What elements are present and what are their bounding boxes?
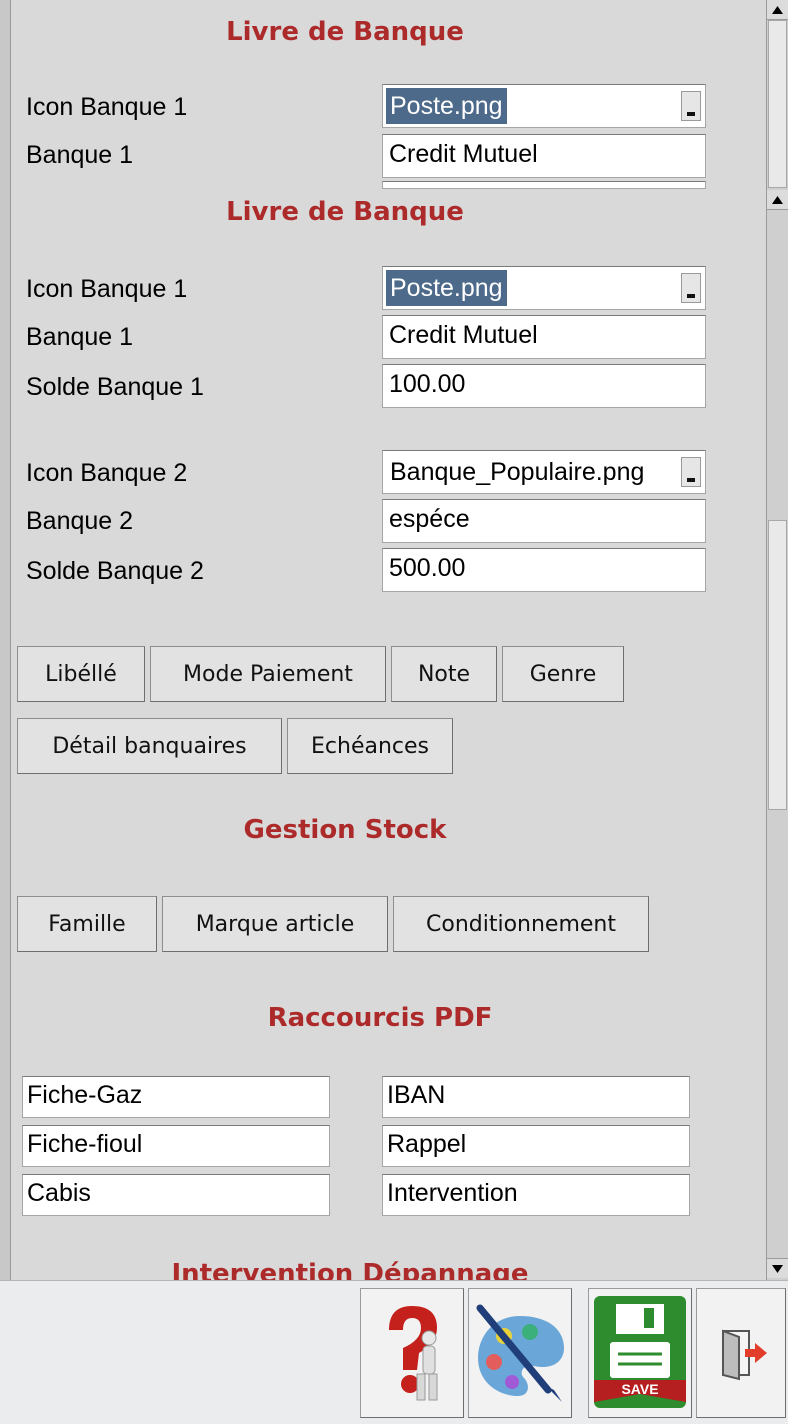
famille-button[interactable]: Famille — [17, 896, 157, 952]
exit-button[interactable] — [696, 1288, 786, 1418]
exit-icon — [722, 1329, 767, 1381]
mode-paiement-button[interactable]: Mode Paiement — [150, 646, 386, 702]
pdf-shortcut-intervention[interactable]: Intervention — [382, 1174, 690, 1216]
banque-2-input[interactable]: espéce — [382, 499, 706, 543]
settings-panel: Livre de Banque Icon Banque 1 Poste.png … — [0, 0, 766, 1280]
scrollbar-upper[interactable] — [766, 0, 788, 190]
banque-1-input[interactable]: Credit Mutuel — [382, 315, 706, 359]
save-button[interactable]: SAVE — [588, 1288, 692, 1418]
scrollbar-main[interactable] — [766, 190, 788, 1280]
section-title-raccourcis-pdf: Raccourcis PDF — [267, 1003, 493, 1033]
note-button[interactable]: Note — [391, 646, 497, 702]
solde-banque-1-input[interactable]: 100.00 — [382, 364, 706, 408]
pdf-shortcut-rappel[interactable]: Rappel — [382, 1125, 690, 1167]
overlay-icon-banque-1-select[interactable]: Poste.png — [382, 84, 706, 128]
save-label: SAVE — [621, 1381, 658, 1397]
echeances-button[interactable]: Echéances — [287, 718, 453, 774]
help-button[interactable] — [360, 1288, 464, 1418]
icon-banque-2-select[interactable]: Banque_Populaire.png — [382, 450, 706, 494]
detail-bancaires-button[interactable]: Détail banquaires — [17, 718, 282, 774]
overlay-icon-banque-1-value: Poste.png — [386, 88, 507, 124]
save-icon: SAVE — [594, 1296, 686, 1408]
scrollbar-thumb[interactable] — [768, 520, 787, 810]
pdf-shortcut-fiche-fioul[interactable]: Fiche-fioul — [22, 1125, 330, 1167]
icon-banque-1-value: Poste.png — [386, 270, 507, 306]
section-title-gestion-stock: Gestion Stock — [243, 815, 447, 845]
overlay-icon-banque-1-label: Icon Banque 1 — [26, 93, 188, 121]
dropdown-arrow-icon[interactable] — [681, 91, 701, 121]
genre-button[interactable]: Genre — [502, 646, 624, 702]
pdf-shortcut-cabis[interactable]: Cabis — [22, 1174, 330, 1216]
icon-banque-2-label: Icon Banque 2 — [26, 459, 188, 487]
icon-banque-2-value: Banque_Populaire.png — [390, 458, 645, 486]
overlay-solde-partial-input[interactable] — [382, 181, 706, 189]
dropdown-arrow-icon[interactable] — [681, 457, 701, 487]
scroll-up-icon[interactable] — [767, 190, 788, 210]
section-title-intervention-depannage: Intervention Dépannage — [171, 1259, 529, 1280]
help-icon — [389, 1306, 438, 1401]
icon-banque-1-select[interactable]: Poste.png — [382, 266, 706, 310]
palette-button[interactable] — [468, 1288, 572, 1418]
marque-article-button[interactable]: Marque article — [162, 896, 388, 952]
section-title-livre-banque-overlay: Livre de Banque — [226, 17, 464, 47]
banque-2-label: Banque 2 — [26, 507, 134, 535]
scroll-up-icon[interactable] — [767, 0, 788, 20]
solde-banque-2-input[interactable]: 500.00 — [382, 548, 706, 592]
scroll-down-icon[interactable] — [767, 1258, 788, 1278]
solde-banque-2-label: Solde Banque 2 — [26, 557, 204, 585]
scrollbar-thumb[interactable] — [768, 20, 787, 188]
overlay-banque-1-input[interactable]: Credit Mutuel — [382, 134, 706, 178]
dropdown-arrow-icon[interactable] — [681, 273, 701, 303]
icon-banque-1-label: Icon Banque 1 — [26, 275, 188, 303]
pdf-shortcut-fiche-gaz[interactable]: Fiche-Gaz — [22, 1076, 330, 1118]
solde-banque-1-label: Solde Banque 1 — [26, 373, 204, 401]
conditionnement-button[interactable]: Conditionnement — [393, 896, 649, 952]
banque-1-label: Banque 1 — [26, 323, 134, 351]
panel-left-edge — [0, 0, 11, 1280]
palette-icon — [476, 1304, 564, 1402]
section-title-livre-banque: Livre de Banque — [226, 197, 464, 227]
overlay-banque-1-label: Banque 1 — [26, 141, 134, 169]
libelle-button[interactable]: Libéllé — [17, 646, 145, 702]
pdf-shortcut-iban[interactable]: IBAN — [382, 1076, 690, 1118]
